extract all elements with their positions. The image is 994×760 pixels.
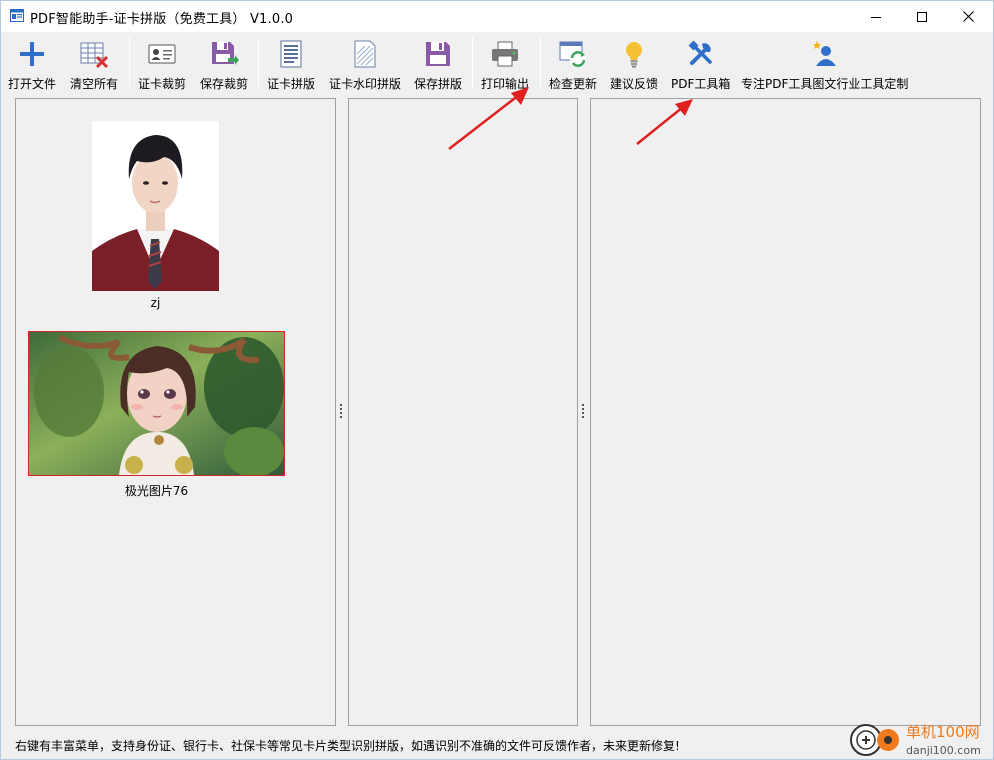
- print-output-button[interactable]: 打印输出: [481, 36, 529, 92]
- splitter-handle[interactable]: [340, 404, 343, 418]
- plus-icon: [20, 42, 44, 66]
- close-button[interactable]: [945, 1, 991, 32]
- layout-preview-panel[interactable]: [590, 98, 981, 726]
- pdf-toolbox-label: PDF工具箱: [671, 77, 731, 91]
- app-icon: [10, 9, 24, 22]
- save-layout-button[interactable]: 保存拼版: [414, 36, 462, 92]
- title-bar: PDF智能助手-证卡拼版（免费工具） V1.0.0: [1, 1, 993, 32]
- anime-girl-picture: [29, 332, 284, 475]
- site-watermark: 单机100网 danji100.com: [850, 723, 981, 757]
- close-icon: [962, 11, 974, 22]
- save-export-icon: [212, 42, 239, 65]
- file-name-label: zj: [150, 296, 161, 310]
- splitter-handle[interactable]: [582, 404, 585, 418]
- print-output-label: 打印输出: [481, 77, 530, 91]
- minimize-button[interactable]: [853, 1, 899, 32]
- file-list-panel[interactable]: zj 极光图片76: [15, 98, 336, 726]
- id-card-icon: [148, 44, 176, 64]
- card-watermark-layout-label: 证卡水印拼版: [329, 77, 402, 91]
- toolbar: 打开文件 清空所有 证卡裁剪 保存裁剪 证卡拼版 证卡水印拼版 保存拼版 打印输…: [1, 32, 993, 94]
- file-thumbnail-selected[interactable]: [28, 331, 285, 476]
- card-watermark-layout-button[interactable]: 证卡水印拼版: [329, 36, 401, 92]
- printer-icon: [492, 41, 518, 67]
- clear-all-button[interactable]: 清空所有: [70, 36, 118, 92]
- minimize-icon: [871, 16, 881, 18]
- toolbar-separator: [129, 37, 130, 87]
- window-title: PDF智能助手-证卡拼版（免费工具） V1.0.0: [30, 12, 294, 27]
- feedback-label: 建议反馈: [610, 77, 659, 91]
- toolbar-separator: [540, 37, 541, 87]
- maximize-button[interactable]: [899, 1, 945, 32]
- card-crop-button[interactable]: 证卡裁剪: [138, 36, 186, 92]
- clear-table-icon: [80, 42, 109, 69]
- save-layout-label: 保存拼版: [414, 77, 463, 91]
- feedback-button[interactable]: 建议反馈: [610, 36, 658, 92]
- card-layout-label: 证卡拼版: [267, 77, 316, 91]
- save-crop-button[interactable]: 保存裁剪: [200, 36, 248, 92]
- card-crop-label: 证卡裁剪: [138, 77, 187, 91]
- lightbulb-icon: [626, 42, 642, 68]
- clear-all-label: 清空所有: [70, 77, 119, 91]
- toolbar-separator: [258, 37, 259, 87]
- open-file-label: 打开文件: [8, 77, 57, 91]
- toolbar-separator: [472, 37, 473, 87]
- update-refresh-icon: [559, 41, 586, 67]
- app-window: PDF智能助手-证卡拼版（免费工具） V1.0.0 打开文件 清空所有 证卡裁剪…: [0, 0, 994, 760]
- maximize-icon: [917, 11, 927, 22]
- custom-tools-button[interactable]: 专注PDF工具图文行业工具定制: [741, 36, 908, 92]
- save-icon: [426, 42, 450, 66]
- file-thumbnail[interactable]: [92, 121, 219, 291]
- watermark-document-icon: [354, 40, 376, 68]
- watermark-site-name: 单机100网: [906, 723, 980, 741]
- crop-preview-panel[interactable]: [348, 98, 578, 726]
- check-update-label: 检查更新: [549, 77, 598, 91]
- document-icon: [280, 40, 302, 68]
- card-layout-button[interactable]: 证卡拼版: [267, 36, 315, 92]
- custom-tools-label: 专注PDF工具图文行业工具定制: [741, 77, 909, 91]
- user-star-icon: [812, 41, 836, 66]
- pdf-toolbox-button[interactable]: PDF工具箱: [671, 36, 730, 92]
- save-crop-label: 保存裁剪: [200, 77, 249, 91]
- status-hint: 右键有丰富菜单，支持身份证、银行卡、社保卡等常见卡片类型识别拼版，如遇识别不准确…: [15, 739, 680, 753]
- open-file-button[interactable]: 打开文件: [8, 36, 56, 92]
- portrait-photo: [92, 121, 219, 291]
- tools-icon: [688, 40, 712, 65]
- check-update-button[interactable]: 检查更新: [549, 36, 597, 92]
- watermark-site-url: danji100.com: [906, 744, 981, 757]
- file-name-label: 极光图片76: [124, 484, 189, 498]
